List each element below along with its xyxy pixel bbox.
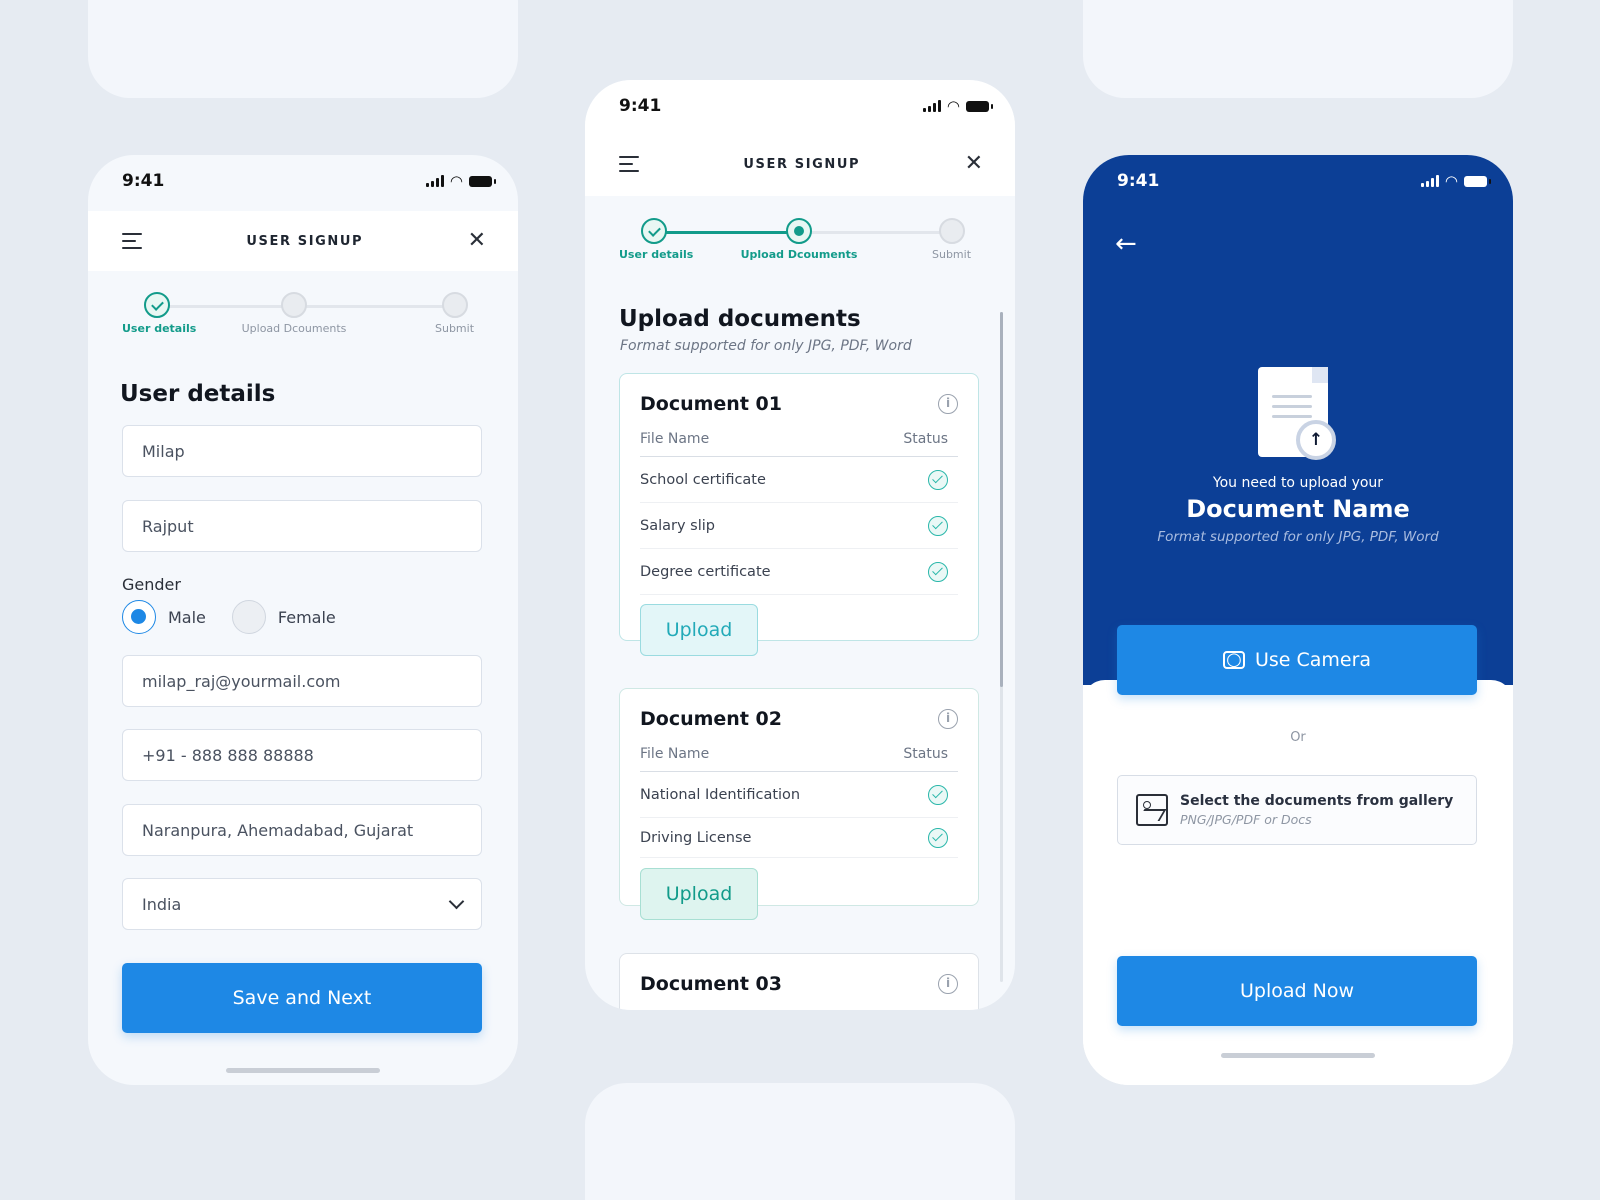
section-heading: User details: [120, 381, 276, 407]
table-row: School certificate: [640, 457, 958, 503]
top-bar: USER SIGNUP ✕: [88, 211, 518, 271]
battery-icon: [966, 100, 993, 112]
use-camera-button[interactable]: ○ Use Camera: [1117, 625, 1477, 695]
home-indicator: [1221, 1053, 1375, 1058]
progress-stepper: User details Upload Dcouments Submit: [619, 218, 979, 278]
format-note: Format supported for only JPG, PDF, Word: [1157, 529, 1439, 545]
phone-upload-document: 9:41 ◠ ← ↑ You need to upload your Docum…: [1083, 155, 1513, 1085]
last-name-field[interactable]: Rajput: [122, 500, 482, 552]
format-note: Format supported for only JPG, PDF, Word: [620, 338, 912, 354]
document-card-01: Document 01 i File Name Status School ce…: [619, 373, 979, 656]
upload-now-button[interactable]: Upload Now: [1117, 956, 1477, 1026]
gender-male-radio[interactable]: Male: [122, 600, 206, 634]
gallery-title: Select the documents from gallery: [1180, 793, 1454, 809]
step-submit[interactable]: Submit: [427, 292, 482, 335]
signal-icon: [425, 175, 444, 187]
document-card-02: Document 02 i File Name Status National …: [619, 688, 979, 920]
progress-stepper: User details Upload Dcouments Submit: [122, 292, 482, 352]
back-arrow-icon[interactable]: ←: [1115, 229, 1137, 259]
upload-prompt: You need to upload your: [1212, 475, 1384, 491]
phone-user-details: 9:41 ◠ USER SIGNUP ✕ User details Upload…: [88, 155, 518, 1085]
document-title: Document 01: [640, 393, 782, 415]
gender-label: Gender: [122, 575, 181, 594]
close-icon[interactable]: ✕: [965, 153, 983, 175]
step-submit[interactable]: Submit: [924, 218, 979, 261]
step-upload-documents[interactable]: Upload Dcouments: [739, 218, 859, 261]
country-select[interactable]: India: [122, 878, 482, 930]
home-indicator: [226, 1068, 380, 1073]
section-heading: Upload documents: [619, 306, 861, 332]
signal-icon: [922, 100, 941, 112]
table-row: Degree certificate: [640, 549, 958, 595]
address-field[interactable]: Naranpura, Ahemadabad, Gujarat: [122, 804, 482, 856]
phone-upload-documents: 9:41 ◠ USER SIGNUP ✕ User details Upload…: [585, 80, 1015, 1010]
image-icon: [1136, 794, 1168, 826]
wifi-icon: ◠: [449, 172, 463, 190]
check-circle-icon: [928, 561, 948, 582]
wifi-icon: ◠: [946, 97, 960, 115]
battery-icon: [1464, 175, 1491, 187]
chevron-down-icon: [448, 893, 465, 909]
status-bar: 9:41 ◠: [585, 80, 1015, 132]
status-bar: 9:41 ◠: [1083, 155, 1513, 207]
ghost-card-top-left: [88, 0, 518, 98]
document-title: Document 03: [640, 973, 782, 995]
step-upload-documents[interactable]: Upload Dcouments: [234, 292, 354, 335]
camera-icon: ○: [1222, 651, 1245, 669]
gallery-select-button[interactable]: Select the documents from gallery PNG/JP…: [1117, 775, 1477, 845]
phone-field[interactable]: +91 - 888 888 88888: [122, 729, 482, 781]
gender-radio-group: Male Female: [122, 600, 362, 634]
page-title: USER SIGNUP: [743, 156, 861, 172]
table-row: Salary slip: [640, 503, 958, 549]
status-time: 9:41: [1117, 171, 1160, 191]
info-icon[interactable]: i: [938, 709, 958, 729]
table-row: Driving License: [640, 818, 958, 858]
check-circle-icon: [928, 515, 948, 536]
gallery-subtitle: PNG/JPG/PDF or Docs: [1180, 812, 1312, 827]
gender-female-radio[interactable]: Female: [231, 600, 336, 634]
ghost-card-top-right: [1083, 0, 1513, 98]
step-user-details[interactable]: User details: [122, 292, 196, 335]
step-user-details[interactable]: User details: [619, 218, 693, 261]
check-circle-icon: [928, 784, 948, 805]
ghost-card-bottom-center: [585, 1083, 1015, 1200]
document-name: Document Name: [1186, 495, 1410, 523]
table-row: National Identification: [640, 772, 958, 818]
top-bar: USER SIGNUP ✕: [585, 132, 1015, 196]
document-card-03: Document 03 i: [619, 953, 979, 1010]
close-icon[interactable]: ✕: [468, 230, 486, 252]
first-name-field[interactable]: Milap: [122, 425, 482, 477]
arrow-up-icon: ↑: [1296, 420, 1336, 460]
check-icon: [144, 292, 170, 318]
page-title: USER SIGNUP: [246, 233, 364, 249]
battery-icon: [469, 175, 496, 187]
scrollbar[interactable]: [1000, 312, 1003, 982]
signal-icon: [1420, 175, 1439, 187]
upload-button-01[interactable]: Upload: [640, 604, 758, 656]
save-and-next-button[interactable]: Save and Next: [122, 963, 482, 1033]
table-header: File Name Status: [640, 737, 958, 772]
upload-button-02[interactable]: Upload: [640, 868, 758, 920]
info-icon[interactable]: i: [938, 394, 958, 414]
info-icon[interactable]: i: [938, 974, 958, 994]
table-header: File Name Status: [640, 422, 958, 457]
check-circle-icon: [928, 827, 948, 848]
wifi-icon: ◠: [1444, 172, 1458, 190]
status-time: 9:41: [619, 96, 662, 116]
status-bar: 9:41 ◠: [88, 155, 518, 207]
menu-icon[interactable]: [619, 156, 639, 172]
menu-icon[interactable]: [122, 233, 142, 249]
status-time: 9:41: [122, 171, 165, 191]
document-title: Document 02: [640, 708, 782, 730]
email-field[interactable]: milap_raj@yourmail.com: [122, 655, 482, 707]
or-divider: Or: [1290, 730, 1306, 745]
check-circle-icon: [928, 469, 948, 490]
check-icon: [641, 218, 667, 244]
